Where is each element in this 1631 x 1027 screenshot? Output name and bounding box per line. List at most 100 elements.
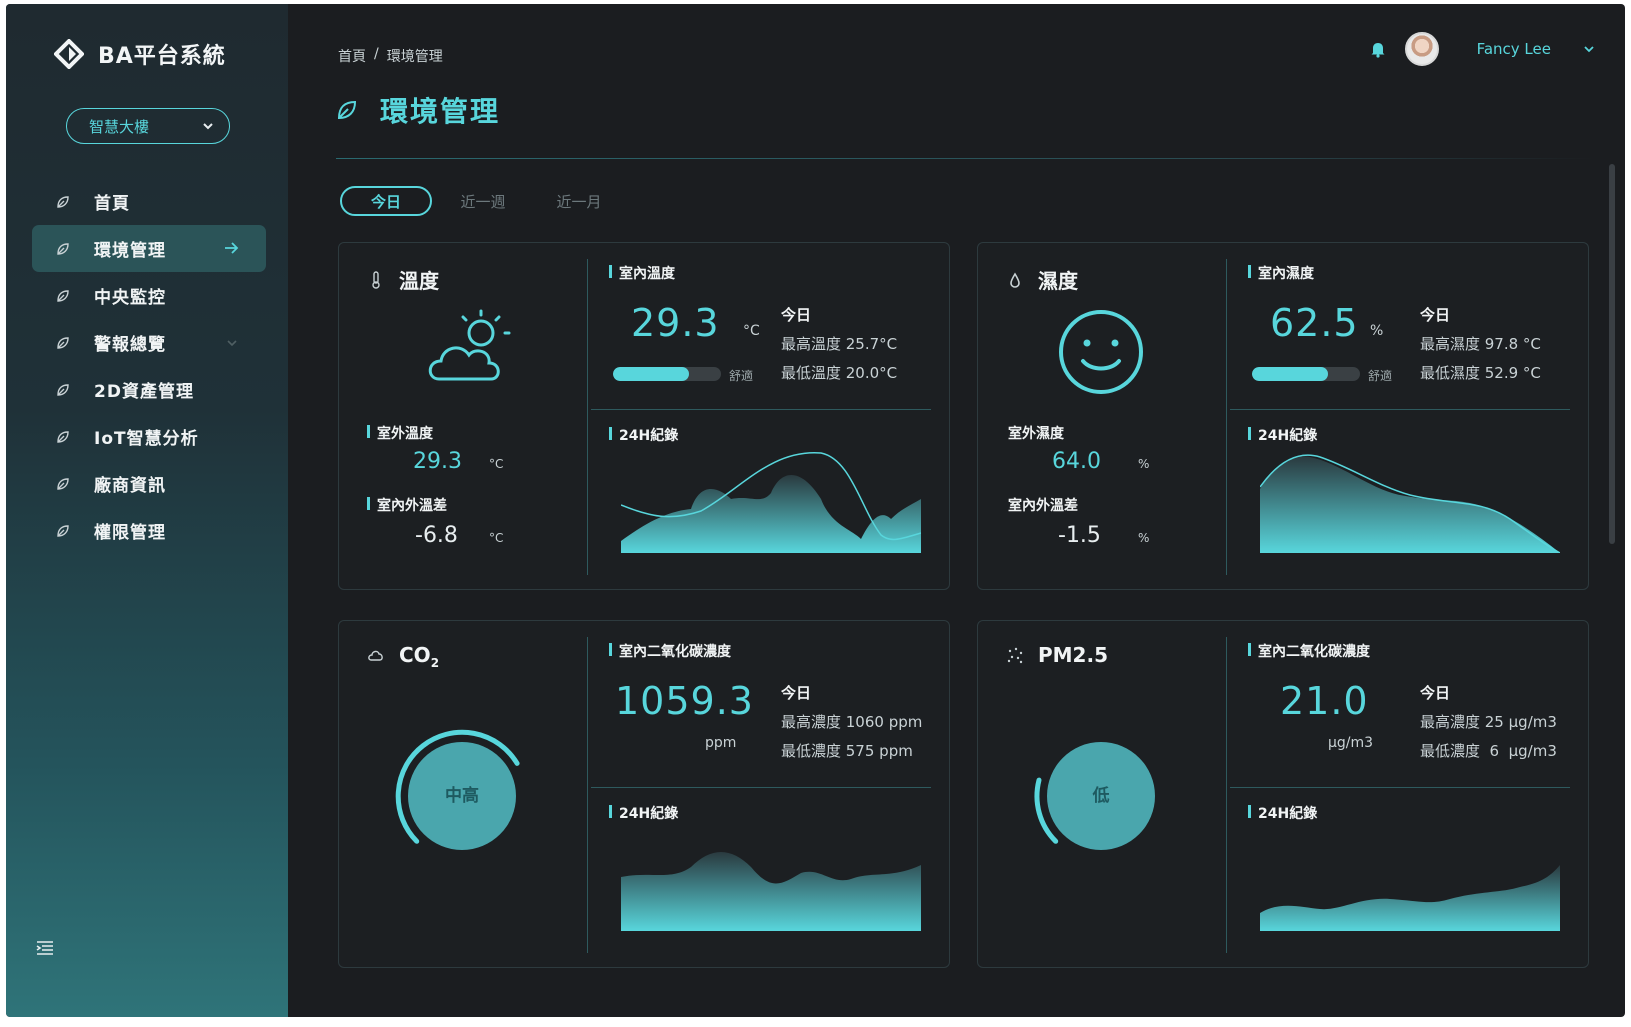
comfort-bar: [613, 367, 721, 381]
comfort-bar-fill: [613, 367, 689, 381]
page-header: 環境管理: [336, 90, 500, 130]
pm25-history-chart: [1260, 865, 1560, 931]
brand: BA平台系統: [54, 38, 226, 70]
card-header: 濕度: [1006, 265, 1078, 294]
indoor-pm25-unit: μg/m3: [1328, 735, 1374, 751]
card-title: 溫度: [399, 269, 439, 293]
humidity-diff-label: 室內外溫差: [1008, 498, 1078, 514]
user-name[interactable]: Fancy Lee: [1477, 40, 1551, 58]
sidebar-item-2d-assets[interactable]: 2D資產管理: [32, 366, 266, 413]
breadcrumb-separator: /: [374, 46, 379, 62]
pm25-max: 最高濃度 25 μg/m3: [1420, 713, 1557, 731]
app-window: BA平台系統 智慧大樓 首頁 環境管理 中央監控 警報總覽 2D資產管理 IoT…: [6, 4, 1625, 1017]
sidebar-nav: 首頁 環境管理 中央監控 警報總覽 2D資產管理 IoT智慧分析 廠商資訊 權限…: [32, 178, 266, 554]
tab-week[interactable]: 近一週: [458, 186, 508, 216]
pm25-min: 最低濃度 6 μg/m3: [1420, 742, 1557, 760]
scrollbar[interactable]: [1609, 164, 1615, 544]
tab-month[interactable]: 近一月: [554, 186, 604, 216]
sidebar-item-label: 環境管理: [94, 241, 166, 261]
sidebar-item-central-monitoring[interactable]: 中央監控: [32, 272, 266, 319]
header-divider: [336, 158, 1594, 159]
indoor-co2-unit: ppm: [705, 735, 737, 751]
sidebar-item-permissions[interactable]: 權限管理: [32, 507, 266, 554]
sidebar: BA平台系統 智慧大樓 首頁 環境管理 中央監控 警報總覽 2D資產管理 IoT…: [6, 4, 288, 1017]
indoor-pm25-label: 室內二氧化碳濃度: [1248, 641, 1370, 661]
card-divider: [1226, 637, 1227, 953]
leaf-icon: [57, 195, 69, 208]
building-select-value: 智慧大樓: [89, 117, 150, 136]
humidity-diff-unit: %: [1138, 531, 1150, 545]
outdoor-temp-value: 29.3: [413, 449, 462, 474]
card-divider: [591, 409, 931, 410]
card-divider: [591, 787, 931, 788]
leaf-icon: [57, 524, 69, 537]
co2-min: 最低濃度 575 ppm: [781, 742, 913, 760]
sidebar-item-environment[interactable]: 環境管理: [32, 225, 266, 272]
outdoor-temp-unit: °C: [489, 457, 504, 471]
sidebar-item-label: IoT智慧分析: [94, 429, 199, 449]
water-drop-icon: [1010, 271, 1020, 288]
tab-today[interactable]: 今日: [340, 186, 432, 216]
thermometer-icon: [372, 270, 380, 289]
outdoor-humidity-value: 64.0: [1052, 449, 1101, 474]
card-title-sub: 2: [430, 656, 440, 670]
temp-min: 最低溫度 20.0°C: [781, 364, 898, 382]
indoor-co2-value: 1059.3: [615, 679, 754, 723]
co2-cloud-icon: [368, 650, 383, 661]
app-name: BA平台系統: [98, 44, 226, 69]
breadcrumb-current: 環境管理: [386, 49, 443, 65]
chevron-down-icon: [203, 123, 213, 130]
card-header: CO2: [367, 643, 439, 670]
card-header: PM2.5: [1006, 643, 1108, 667]
bell-icon[interactable]: [1369, 40, 1387, 58]
comfort-label: 舒適: [1368, 369, 1393, 383]
chevron-down-icon[interactable]: [1583, 43, 1595, 55]
card-title: PM2.5: [1038, 643, 1108, 667]
temp-diff-unit: °C: [489, 531, 504, 545]
sidebar-item-home[interactable]: 首頁: [32, 178, 266, 225]
card-header: 溫度: [367, 265, 439, 294]
humidity-min: 最低濕度 52.9 °C: [1420, 364, 1541, 382]
co2-level-label: 中高: [445, 786, 479, 806]
outdoor-humidity-label: 室外濕度: [1008, 426, 1064, 442]
avatar[interactable]: [1404, 32, 1439, 66]
area-series: [621, 474, 921, 553]
sidebar-item-alarms[interactable]: 警報總覽: [32, 319, 266, 366]
sidebar-item-label: 警報總覽: [94, 335, 166, 355]
humidity-card: 濕度 室外濕度 64.0 % 室內外溫差 -1.5 % 室內濕度 62.5 % …: [977, 242, 1589, 590]
outdoor-temp-label: 室外溫度: [367, 423, 433, 443]
co2-max: 最高濃度 1060 ppm: [781, 713, 923, 731]
card-divider: [1230, 787, 1570, 788]
humidity-history-chart: [1260, 454, 1560, 553]
menu-collapse-icon[interactable]: [36, 940, 54, 956]
indoor-temp-label: 室內溫度: [609, 263, 675, 283]
user-area: Fancy Lee: [1369, 32, 1595, 66]
history-label: 24H紀錄: [1248, 425, 1317, 445]
temp-max: 最高溫度 25.7°C: [781, 335, 898, 353]
humidity-diff-value: -1.5: [1058, 523, 1101, 548]
pm25-stats: 今日 最高濃度 25 μg/m3 最低濃度 6 μg/m3: [1420, 679, 1557, 766]
outdoor-humidity-unit: %: [1138, 457, 1150, 471]
breadcrumb-home[interactable]: 首頁: [338, 46, 366, 66]
sidebar-item-iot-analysis[interactable]: IoT智慧分析: [32, 413, 266, 460]
card-title-main: CO: [399, 643, 431, 667]
sidebar-item-vendors[interactable]: 廠商資訊: [32, 460, 266, 507]
indoor-humidity-unit: %: [1370, 323, 1384, 339]
co2-history-chart: [621, 852, 921, 931]
today-label: 今日: [1420, 684, 1451, 702]
building-select[interactable]: 智慧大樓: [66, 108, 230, 144]
card-divider: [1226, 259, 1227, 575]
sidebar-item-label: 權限管理: [94, 523, 166, 543]
smiley-icon: [1059, 310, 1143, 394]
indoor-humidity-value: 62.5: [1270, 301, 1359, 345]
comfort-bar-fill: [1252, 367, 1328, 381]
chevron-down-icon[interactable]: [226, 337, 238, 349]
co2-card: CO2 中高 室內二氧化碳濃度 1059.3 ppm 今日 最高濃度 1060 …: [338, 620, 950, 968]
sidebar-item-label: 首頁: [94, 194, 130, 214]
leaf-icon: [57, 289, 69, 302]
pm25-card: PM2.5 低 室內二氧化碳濃度 21.0 μg/m3 今日 最高濃度 25 μ…: [977, 620, 1589, 968]
indoor-humidity-label: 室內濕度: [1248, 263, 1314, 283]
temp-stats: 今日 最高溫度 25.7°C 最低溫度 20.0°C: [781, 301, 897, 388]
temperature-card: 溫度 室外溫度 29.3 °C 室內外溫差 -6.8 °C 室內溫度 29.3 …: [338, 242, 950, 590]
leaf-icon: [337, 100, 357, 120]
